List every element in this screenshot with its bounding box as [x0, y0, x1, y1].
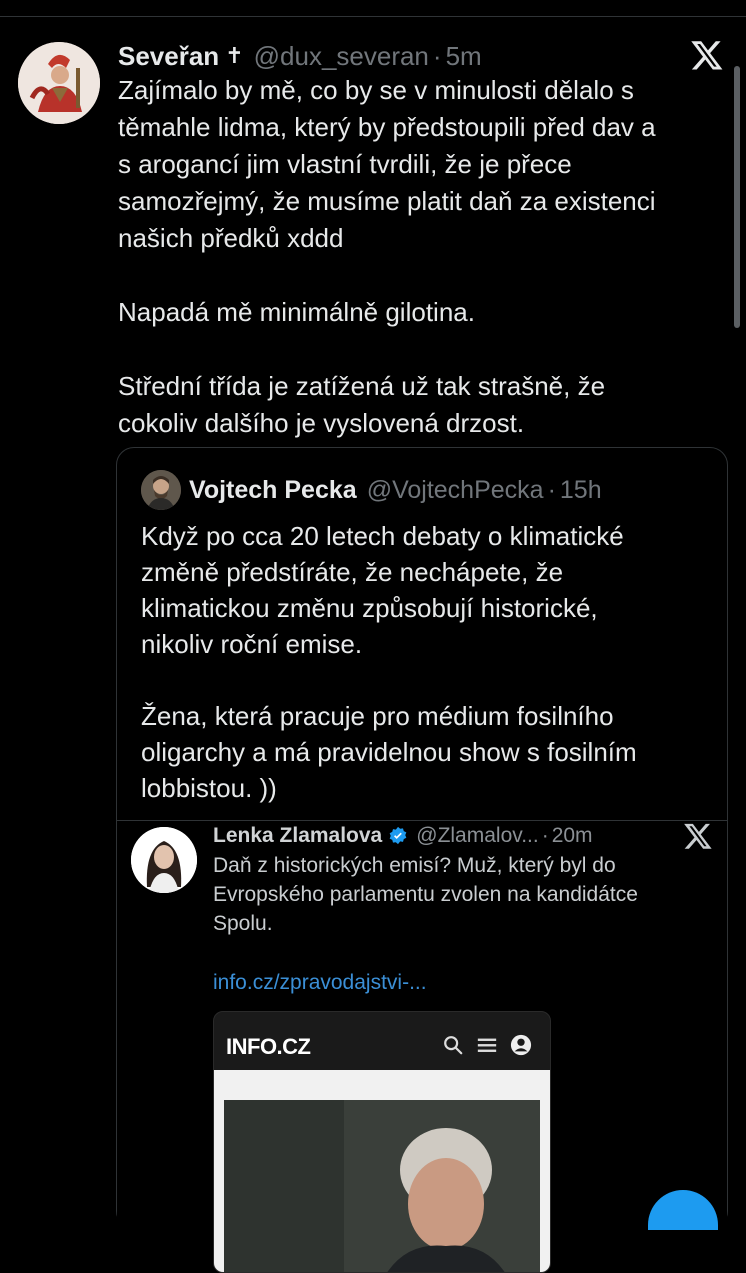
quoted-line: nikoliv roční emise. — [141, 629, 363, 659]
article-photo-frame — [214, 1070, 550, 1272]
post-line: těmahle lidma, který by předstoupili pře… — [118, 112, 656, 142]
separator-dot: · — [541, 824, 549, 847]
quoted-author-handle[interactable]: @VojtechPecka — [367, 476, 544, 505]
embedded-post-header: Lenka Zlamalova @Zlamalov... · 20m — [213, 821, 593, 851]
post-line: cokoliv dalšího je vyslovená drzost. — [118, 408, 525, 438]
post-time[interactable]: 5m — [446, 41, 482, 72]
site-toolbar — [442, 1034, 532, 1056]
embedded-author-handle: @Zlamalov... — [416, 824, 539, 847]
post-line: Střední třída je zatížená už tak strašně… — [118, 371, 606, 401]
post-text: Zajímalo by mě, co by se v minulosti děl… — [118, 72, 718, 442]
embedded-author-avatar — [131, 827, 197, 893]
x-logo-icon — [684, 823, 712, 849]
quoted-line: oligarchy a má pravidelnou show s fosiln… — [141, 737, 637, 767]
quoted-line: Když po cca 20 letech debaty o klimatick… — [141, 521, 624, 551]
scrollbar[interactable] — [734, 66, 740, 328]
post-line: s arogancí jim vlastní tvrdili, že je př… — [118, 149, 572, 179]
author-avatar[interactable] — [18, 42, 100, 124]
embedded-link: info.cz/zpravodajstvi-... — [213, 971, 427, 994]
post-line: Zajímalo by mě, co by se v minulosti děl… — [118, 75, 634, 105]
quoted-author-avatar[interactable] — [141, 470, 181, 510]
article-photo — [224, 1100, 540, 1272]
x-logo-icon[interactable] — [690, 38, 724, 72]
embedded-post-text: Daň z historických emisí? Muž, který byl… — [213, 851, 703, 938]
site-logo: INFO.CZ — [226, 1034, 311, 1059]
embedded-line: Daň z historických emisí? Muž, který byl… — [213, 854, 616, 877]
menu-icon — [477, 1038, 497, 1052]
account-icon — [510, 1034, 532, 1056]
embedded-line: Evropského parlamentu zvolen na kandidát… — [213, 883, 638, 906]
search-icon — [444, 1036, 463, 1055]
quoted-post-time[interactable]: 15h — [560, 476, 602, 505]
article-preview: INFO.CZ — [213, 1011, 551, 1273]
verified-badge-icon — [389, 826, 407, 845]
separator-dot: · — [432, 40, 442, 71]
author-name[interactable]: Seveřan — [118, 41, 219, 72]
post-header: Seveřan ✝ @dux_severan · 5m — [118, 38, 686, 74]
quoted-author-name[interactable]: Vojtech Pecka — [189, 476, 357, 505]
quoted-media-screenshot[interactable]: Lenka Zlamalova @Zlamalov... · 20m Daň z… — [117, 820, 727, 1273]
separator-dot: · — [547, 475, 556, 504]
post-line: Napadá mě minimálně gilotina. — [118, 297, 475, 327]
quoted-post-text: Když po cca 20 letech debaty o klimatick… — [141, 518, 701, 806]
quoted-line: Žena, která pracuje pro médium fosilního — [141, 701, 614, 731]
quoted-line: klimatickou změnu způsobují historické, — [141, 593, 598, 623]
quoted-line: lobbistou. )) — [141, 773, 277, 803]
cross-badge: ✝ — [225, 43, 244, 68]
post-line: samozřejmý, že musíme platit daň za exis… — [118, 186, 656, 216]
embedded-line: Spolu. — [213, 912, 273, 935]
author-handle[interactable]: @dux_severan — [254, 41, 429, 72]
top-divider — [0, 16, 746, 17]
post-line: našich předků xddd — [118, 223, 344, 253]
embedded-post-time: 20m — [551, 824, 593, 847]
quoted-post-header: Vojtech Pecka @VojtechPecka · 15h — [189, 472, 602, 508]
quoted-post-card[interactable]: Vojtech Pecka @VojtechPecka · 15h Když p… — [116, 447, 728, 1273]
quoted-line: změně předstíráte, že nechápete, že — [141, 557, 564, 587]
embedded-author-name: Lenka Zlamalova — [213, 824, 383, 847]
